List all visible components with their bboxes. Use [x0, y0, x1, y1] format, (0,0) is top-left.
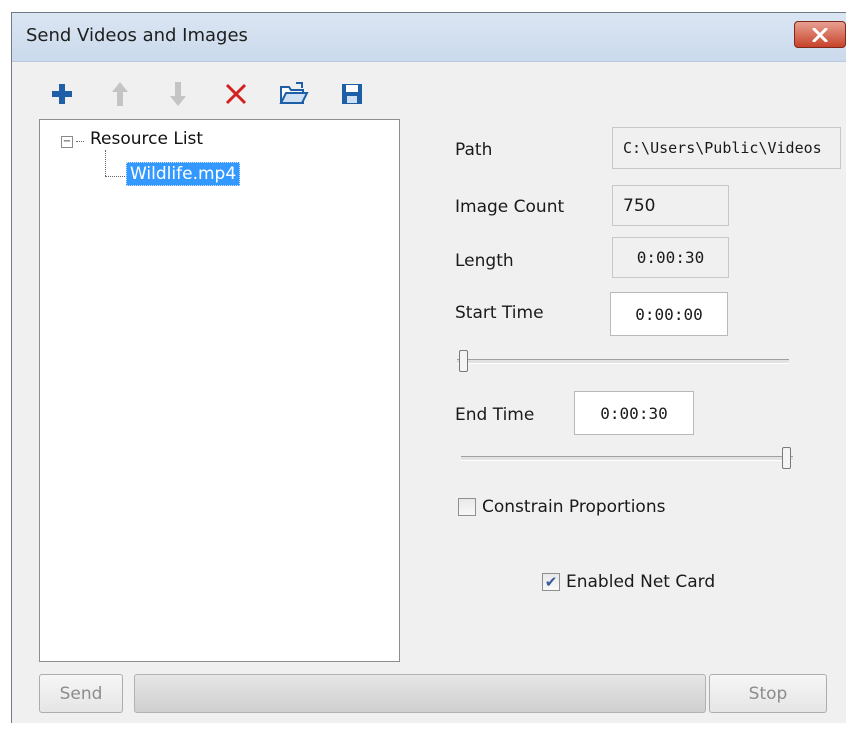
start-time-label: Start Time: [455, 303, 544, 323]
move-up-button[interactable]: [104, 77, 135, 111]
save-button[interactable]: [336, 77, 367, 111]
add-button[interactable]: [46, 77, 77, 111]
start-time-slider-thumb[interactable]: [459, 350, 468, 372]
start-time-input[interactable]: 0:00:00: [610, 292, 728, 336]
title-bar: Send Videos and Images: [12, 13, 846, 62]
constrain-proportions-option[interactable]: Constrain Proportions: [458, 497, 665, 517]
plus-icon: [51, 84, 72, 104]
red-x-icon: [225, 83, 246, 105]
arrow-down-icon: [169, 82, 186, 106]
enabled-net-card-option[interactable]: ✔ Enabled Net Card: [542, 572, 715, 592]
enabled-net-card-checkbox[interactable]: ✔: [542, 573, 560, 591]
window-title: Send Videos and Images: [26, 25, 248, 46]
open-folder-icon: [278, 82, 309, 104]
start-time-slider-track[interactable]: [457, 359, 789, 364]
constrain-proportions-checkbox[interactable]: [458, 498, 476, 516]
tree-root-resource-list[interactable]: Resource List: [90, 129, 203, 149]
length-field: 0:00:30: [612, 237, 729, 278]
image-count-field: 750: [612, 185, 729, 226]
path-field[interactable]: C:\Users\Public\Videos: [612, 127, 841, 169]
tree-collapse-toggle[interactable]: −: [61, 136, 73, 148]
move-down-button[interactable]: [162, 77, 193, 111]
path-label: Path: [455, 140, 493, 160]
end-time-label: End Time: [455, 405, 535, 425]
tree-item-wildlife[interactable]: Wildlife.mp4: [126, 162, 241, 186]
stop-button[interactable]: Stop: [709, 674, 827, 713]
tree-connector: [76, 141, 84, 142]
close-icon: [812, 27, 828, 42]
open-button[interactable]: [278, 77, 309, 111]
arrow-up-icon: [111, 82, 128, 106]
enabled-net-card-label: Enabled Net Card: [566, 572, 716, 592]
length-label: Length: [455, 251, 514, 271]
constrain-proportions-label: Constrain Proportions: [482, 497, 666, 517]
tree-connector: [105, 176, 125, 177]
end-time-slider-thumb[interactable]: [782, 447, 791, 469]
end-time-slider-track[interactable]: [461, 456, 793, 461]
window-left-frame: [0, 0, 11, 729]
toolbar: [46, 75, 394, 113]
end-time-input[interactable]: 0:00:30: [574, 391, 694, 435]
image-count-label: Image Count: [455, 197, 565, 217]
send-button[interactable]: Send: [39, 674, 123, 713]
tree-connector: [105, 150, 106, 176]
floppy-disk-icon: [341, 84, 362, 104]
resource-tree[interactable]: − Resource List Wildlife.mp4: [39, 119, 400, 662]
delete-button[interactable]: [220, 77, 251, 111]
send-videos-dialog: Send Videos and Images − Resource List W…: [11, 12, 846, 723]
send-progress-bar: [134, 674, 706, 713]
close-button[interactable]: [794, 21, 846, 48]
